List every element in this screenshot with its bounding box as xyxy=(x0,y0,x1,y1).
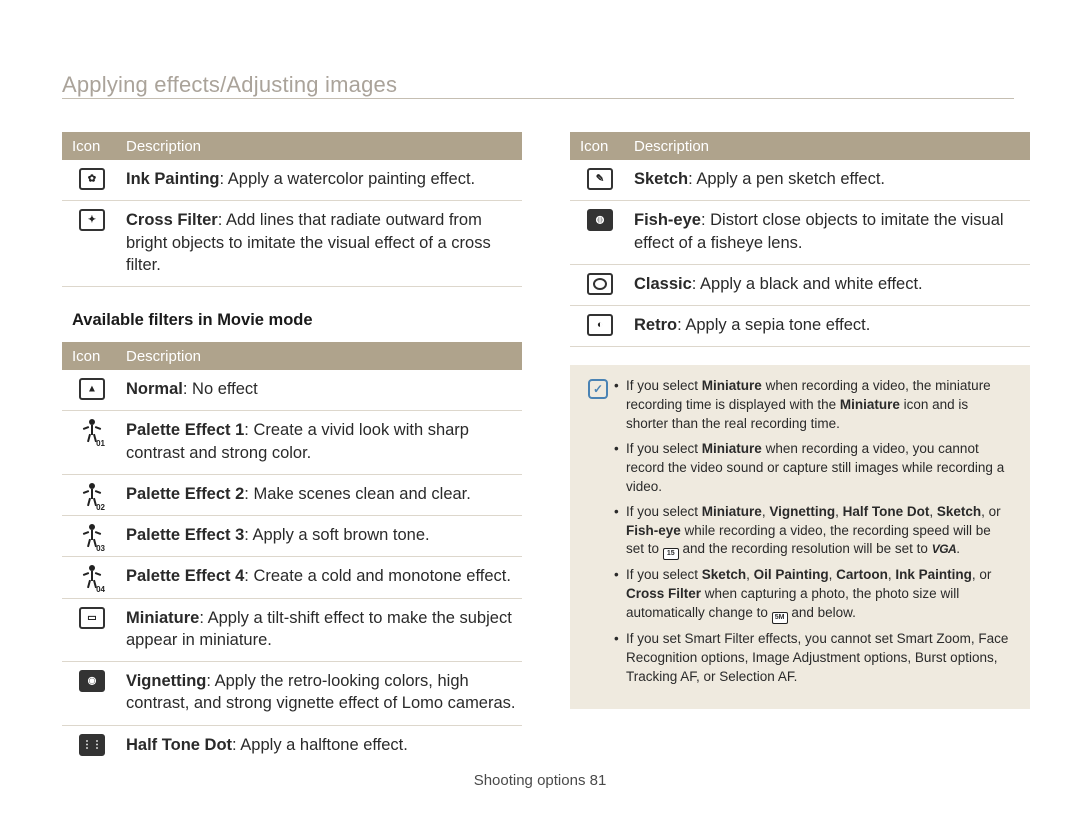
page-footer: Shooting options 81 xyxy=(0,772,1080,789)
palette-2-icon: 02 xyxy=(81,483,103,509)
miniature-icon xyxy=(79,607,105,629)
classic-icon xyxy=(587,273,613,295)
table-row: 04 Palette Effect 4: Create a cold and m… xyxy=(62,557,522,598)
table-row: Normal: No effect xyxy=(62,370,522,411)
table-row: Vignetting: Apply the retro-looking colo… xyxy=(62,662,522,726)
vga-icon: VGA xyxy=(932,541,957,558)
cell-desc: Ink Painting: Apply a watercolor paintin… xyxy=(122,160,522,200)
table-row: Retro: Apply a sepia tone effect. xyxy=(570,306,1030,347)
cell-desc: Cross Filter: Add lines that radiate out… xyxy=(122,201,522,286)
right-column: Icon Description Sketch: Apply a pen ske… xyxy=(570,132,1030,766)
note-item: If you select Miniature when recording a… xyxy=(614,440,1012,497)
table-row: 02 Palette Effect 2: Make scenes clean a… xyxy=(62,475,522,516)
table-row: 03 Palette Effect 3: Apply a soft brown … xyxy=(62,516,522,557)
table-header: Icon Description xyxy=(570,132,1030,160)
fisheye-icon xyxy=(587,209,613,231)
table-row: Miniature: Apply a tilt-shift effect to … xyxy=(62,599,522,663)
header-icon: Icon xyxy=(62,138,122,155)
info-icon: ✓ xyxy=(588,379,608,399)
note-item: If you set Smart Filter effects, you can… xyxy=(614,630,1012,687)
normal-icon xyxy=(79,378,105,400)
speed-15-icon: 15 xyxy=(663,548,679,560)
retro-icon xyxy=(587,314,613,336)
table-row: Fish-eye: Distort close objects to imita… xyxy=(570,201,1030,265)
palette-4-icon: 04 xyxy=(81,565,103,591)
table-row: Cross Filter: Add lines that radiate out… xyxy=(62,201,522,287)
note-list: If you select Miniature when recording a… xyxy=(614,377,1012,693)
header-desc: Description xyxy=(630,138,709,155)
table-row: Classic: Apply a black and white effect. xyxy=(570,265,1030,306)
table-row: Ink Painting: Apply a watercolor paintin… xyxy=(62,160,522,201)
note-box: ✓ If you select Miniature when recording… xyxy=(570,365,1030,709)
vignetting-icon xyxy=(79,670,105,692)
page-title: Applying effects/Adjusting images xyxy=(62,72,397,98)
header-icon: Icon xyxy=(62,348,122,365)
palette-3-icon: 03 xyxy=(81,524,103,550)
table-row: 01 Palette Effect 1: Create a vivid look… xyxy=(62,411,522,475)
table-header: Icon Description xyxy=(62,132,522,160)
size-5m-icon: 5M xyxy=(772,612,788,624)
left-column: Icon Description Ink Painting: Apply a w… xyxy=(62,132,522,766)
sketch-icon xyxy=(587,168,613,190)
halftone-icon xyxy=(79,734,105,756)
note-item: If you select Sketch, Oil Painting, Cart… xyxy=(614,566,1012,624)
table-row: Half Tone Dot: Apply a halftone effect. xyxy=(62,726,522,766)
movie-subheading: Available filters in Movie mode xyxy=(62,287,522,342)
note-item: If you select Miniature, Vignetting, Hal… xyxy=(614,503,1012,561)
title-rule xyxy=(62,98,1014,99)
table-row: Sketch: Apply a pen sketch effect. xyxy=(570,160,1030,201)
palette-1-icon: 01 xyxy=(81,419,103,445)
header-icon: Icon xyxy=(570,138,630,155)
header-desc: Description xyxy=(122,138,201,155)
note-item: If you select Miniature when recording a… xyxy=(614,377,1012,434)
header-desc: Description xyxy=(122,348,201,365)
table-header: Icon Description xyxy=(62,342,522,370)
cross-filter-icon xyxy=(79,209,105,231)
ink-painting-icon xyxy=(79,168,105,190)
